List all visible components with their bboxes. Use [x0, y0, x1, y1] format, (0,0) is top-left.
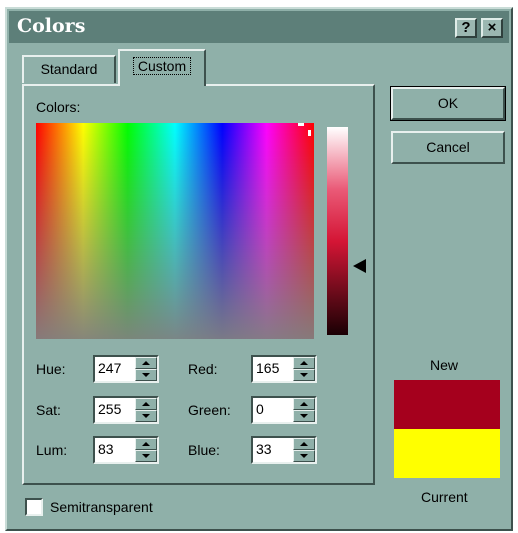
sat-down-button[interactable] [135, 410, 157, 422]
arrow-up-icon [142, 402, 150, 406]
red-spinner[interactable] [293, 357, 315, 381]
blue-spinner[interactable] [293, 438, 315, 462]
ok-button[interactable]: OK [390, 86, 506, 121]
green-up-button[interactable] [293, 398, 315, 410]
sat-label: Sat: [36, 402, 61, 418]
arrow-down-icon [300, 454, 308, 458]
arrow-up-icon [300, 361, 308, 365]
green-spinner[interactable] [293, 398, 315, 422]
arrow-down-icon [142, 414, 150, 418]
arrow-up-icon [142, 361, 150, 365]
hue-spinner[interactable] [135, 357, 157, 381]
red-label: Red: [188, 361, 218, 377]
hue-up-button[interactable] [135, 357, 157, 369]
spectrum-crosshair-lower [308, 130, 311, 136]
arrow-up-icon [300, 442, 308, 446]
tab-custom-label: Custom [132, 57, 192, 75]
colors-label: Colors: [36, 99, 81, 115]
blue-up-button[interactable] [293, 438, 315, 450]
current-label: Current [421, 489, 468, 505]
window-title: Colors [17, 15, 86, 37]
red-down-button[interactable] [293, 369, 315, 381]
new-label: New [430, 357, 459, 373]
blue-field[interactable]: 33 [251, 436, 317, 464]
cancel-button[interactable]: Cancel [391, 131, 505, 164]
arrow-down-icon [142, 454, 150, 458]
arrow-up-icon [300, 402, 308, 406]
arrow-down-icon [300, 373, 308, 377]
tab-standard[interactable]: Standard [22, 55, 116, 83]
sat-up-button[interactable] [135, 398, 157, 410]
semitransparent-checkbox[interactable] [25, 498, 43, 516]
hue-field[interactable]: 247 [93, 355, 159, 383]
green-value: 0 [256, 401, 264, 417]
hue-label: Hue: [36, 361, 66, 377]
sat-spinner[interactable] [135, 398, 157, 422]
spectrum-crosshair[interactable] [298, 123, 304, 126]
green-field[interactable]: 0 [251, 396, 317, 424]
lum-up-button[interactable] [135, 438, 157, 450]
luminance-bar[interactable] [327, 127, 348, 335]
close-button[interactable]: × [481, 18, 503, 38]
lum-spinner[interactable] [135, 438, 157, 462]
luminance-arrow-icon[interactable] [353, 259, 366, 273]
help-button[interactable]: ? [455, 18, 477, 38]
sat-value: 255 [98, 401, 122, 417]
lum-label: Lum: [36, 442, 68, 458]
blue-down-button[interactable] [293, 450, 315, 462]
sat-field[interactable]: 255 [93, 396, 159, 424]
red-field[interactable]: 165 [251, 355, 317, 383]
hue-value: 247 [98, 360, 122, 376]
title-bar[interactable]: Colors ? × [9, 11, 509, 43]
green-down-button[interactable] [293, 410, 315, 422]
color-spectrum[interactable] [36, 123, 314, 339]
blue-value: 33 [256, 441, 272, 457]
semitransparent-label[interactable]: Semitransparent [50, 499, 153, 515]
red-value: 165 [256, 360, 280, 376]
green-label: Green: [188, 402, 231, 418]
arrow-up-icon [142, 442, 150, 446]
current-color-swatch [394, 429, 500, 478]
tab-custom[interactable]: Custom [118, 49, 206, 86]
arrow-down-icon [300, 414, 308, 418]
lum-down-button[interactable] [135, 450, 157, 462]
new-color-swatch [394, 380, 500, 429]
hue-down-button[interactable] [135, 369, 157, 381]
arrow-down-icon [142, 373, 150, 377]
lum-field[interactable]: 83 [93, 436, 159, 464]
lum-value: 83 [98, 441, 114, 457]
red-up-button[interactable] [293, 357, 315, 369]
blue-label: Blue: [188, 442, 220, 458]
